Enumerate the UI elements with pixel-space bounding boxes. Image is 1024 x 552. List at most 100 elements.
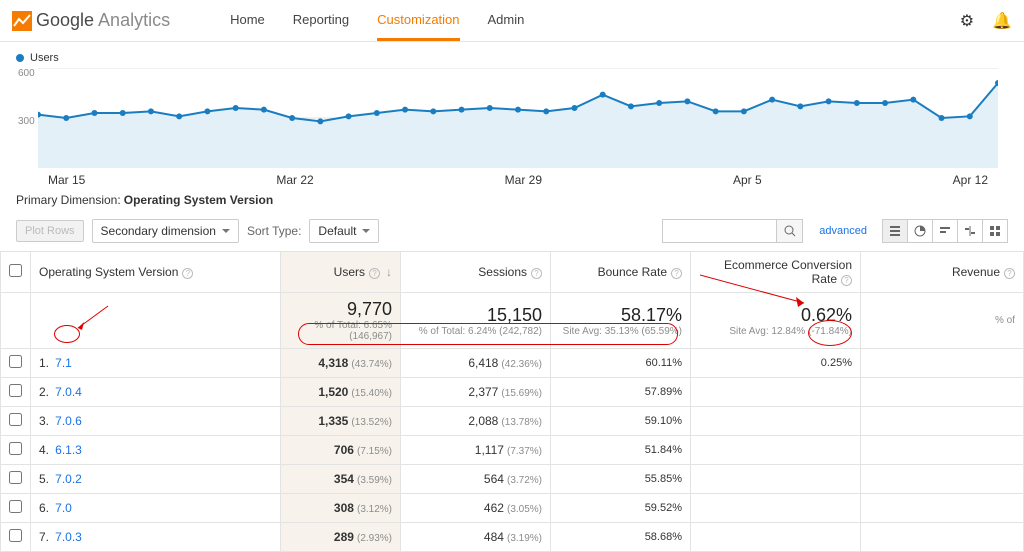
row-sessions: 1,117 — [475, 443, 504, 457]
view-table-icon[interactable] — [882, 219, 908, 243]
row-checkbox[interactable] — [9, 500, 22, 513]
row-revenue — [861, 465, 1024, 494]
primary-dimension-value: Operating System Version — [124, 193, 273, 207]
y-tick: 600 — [18, 68, 35, 79]
sort-type-select[interactable]: Default — [309, 219, 379, 243]
nav-tab-customization[interactable]: Customization — [377, 12, 459, 41]
search-icon — [784, 225, 796, 237]
col-users[interactable]: Users?↓ — [281, 252, 401, 293]
nav-tab-reporting[interactable]: Reporting — [293, 12, 349, 29]
row-revenue — [861, 436, 1024, 465]
col-os-label: Operating System Version — [39, 265, 178, 279]
row-checkbox[interactable] — [9, 442, 22, 455]
table-row: 3. 7.0.61,335 (13.52%)2,088 (13.78%)59.1… — [1, 407, 1024, 436]
search-button[interactable] — [777, 219, 803, 243]
help-icon[interactable]: ? — [531, 268, 542, 279]
gear-icon[interactable]: ⚙ — [960, 11, 974, 31]
row-sessions-pct: (42.36%) — [501, 359, 542, 370]
os-version-link[interactable]: 7.0 — [55, 501, 72, 515]
row-revenue — [861, 378, 1024, 407]
row-sessions: 2,088 — [468, 414, 498, 428]
row-revenue — [861, 494, 1024, 523]
os-version-link[interactable]: 7.0.2 — [55, 472, 82, 486]
nav-tab-home[interactable]: Home — [230, 12, 265, 29]
secondary-dimension-label: Secondary dimension — [101, 224, 216, 238]
row-bounce: 51.84% — [551, 436, 691, 465]
os-version-link[interactable]: 7.0.3 — [55, 530, 82, 544]
search-input[interactable] — [662, 219, 777, 243]
row-revenue — [861, 349, 1024, 378]
brand-analytics: Analytics — [98, 10, 170, 31]
row-checkbox[interactable] — [9, 384, 22, 397]
view-compare-icon[interactable] — [957, 219, 983, 243]
row-sessions-pct: (3.19%) — [507, 533, 542, 544]
row-index: 5. — [39, 472, 49, 486]
nav-tab-admin[interactable]: Admin — [488, 12, 525, 29]
total-bounce-sub: Site Avg: 35.13% (65.59%) — [559, 326, 682, 337]
os-version-link[interactable]: 7.0.4 — [55, 385, 82, 399]
select-all-checkbox[interactable] — [9, 264, 22, 277]
row-checkbox[interactable] — [9, 529, 22, 542]
row-sessions-pct: (3.05%) — [507, 504, 542, 515]
row-checkbox[interactable] — [9, 355, 22, 368]
view-pie-icon[interactable] — [907, 219, 933, 243]
advanced-link[interactable]: advanced — [819, 225, 867, 237]
x-tick: Mar 29 — [505, 173, 542, 187]
row-index: 2. — [39, 385, 49, 399]
row-ecr — [691, 465, 861, 494]
help-icon[interactable]: ? — [841, 275, 852, 286]
row-checkbox[interactable] — [9, 413, 22, 426]
help-icon[interactable]: ? — [182, 268, 193, 279]
col-bounce[interactable]: Bounce Rate? — [551, 252, 691, 293]
view-pivot-icon[interactable] — [982, 219, 1008, 243]
row-ecr: 0.25% — [691, 349, 861, 378]
col-revenue[interactable]: Revenue? — [861, 252, 1024, 293]
total-ecr: 0.62% — [699, 305, 852, 326]
col-ecr[interactable]: Ecommerce Conversion Rate? — [691, 252, 861, 293]
row-users-pct: (3.12%) — [357, 504, 392, 515]
row-sessions-pct: (7.37%) — [507, 446, 542, 457]
help-icon[interactable]: ? — [671, 268, 682, 279]
help-icon[interactable]: ? — [1004, 268, 1015, 279]
secondary-dimension-select[interactable]: Secondary dimension — [92, 219, 239, 243]
table-toolbar: Plot Rows Secondary dimension Sort Type:… — [0, 215, 1024, 247]
row-ecr — [691, 494, 861, 523]
ga-logo-icon — [12, 11, 32, 31]
col-sessions[interactable]: Sessions? — [401, 252, 551, 293]
total-ecr-sub: Site Avg: 12.84% (-71.84%) — [699, 326, 852, 337]
row-users-pct: (3.59%) — [357, 475, 392, 486]
row-ecr — [691, 407, 861, 436]
top-nav: Google Analytics HomeReportingCustomizat… — [0, 0, 1024, 42]
table-row: 6. 7.0308 (3.12%)462 (3.05%)59.52% — [1, 494, 1024, 523]
chart-legend: Users — [16, 48, 1008, 68]
row-users-pct: (13.52%) — [351, 417, 392, 428]
bell-icon[interactable]: 🔔 — [992, 11, 1012, 31]
col-os[interactable]: Operating System Version? — [31, 252, 281, 293]
table-totals-row: 9,770% of Total: 6.65% (146,967) 15,150%… — [1, 293, 1024, 349]
select-all-header — [1, 252, 31, 293]
row-sessions: 6,418 — [468, 356, 498, 370]
row-users: 289 — [334, 530, 354, 544]
report-table: Operating System Version? Users?↓ Sessio… — [0, 251, 1024, 552]
os-version-link[interactable]: 7.0.6 — [55, 414, 82, 428]
table-header-row: Operating System Version? Users?↓ Sessio… — [1, 252, 1024, 293]
row-bounce: 57.89% — [551, 378, 691, 407]
row-ecr — [691, 378, 861, 407]
row-index: 7. — [39, 530, 49, 544]
chevron-down-icon — [222, 229, 230, 233]
row-bounce: 55.85% — [551, 465, 691, 494]
table-row: 5. 7.0.2354 (3.59%)564 (3.72%)55.85% — [1, 465, 1024, 494]
row-users: 354 — [334, 472, 354, 486]
row-bounce: 60.11% — [551, 349, 691, 378]
row-sessions-pct: (15.69%) — [501, 388, 542, 399]
view-bar-icon[interactable] — [932, 219, 958, 243]
os-version-link[interactable]: 6.1.3 — [55, 443, 82, 457]
help-icon[interactable]: ? — [369, 268, 380, 279]
col-users-label: Users — [334, 265, 365, 279]
os-version-link[interactable]: 7.1 — [55, 356, 72, 370]
chart-x-axis: Mar 15Mar 22Mar 29Apr 5Apr 12 — [38, 171, 998, 187]
row-checkbox[interactable] — [9, 471, 22, 484]
row-bounce: 59.10% — [551, 407, 691, 436]
row-users: 308 — [334, 501, 354, 515]
table-row: 7. 7.0.3289 (2.93%)484 (3.19%)58.68% — [1, 523, 1024, 552]
